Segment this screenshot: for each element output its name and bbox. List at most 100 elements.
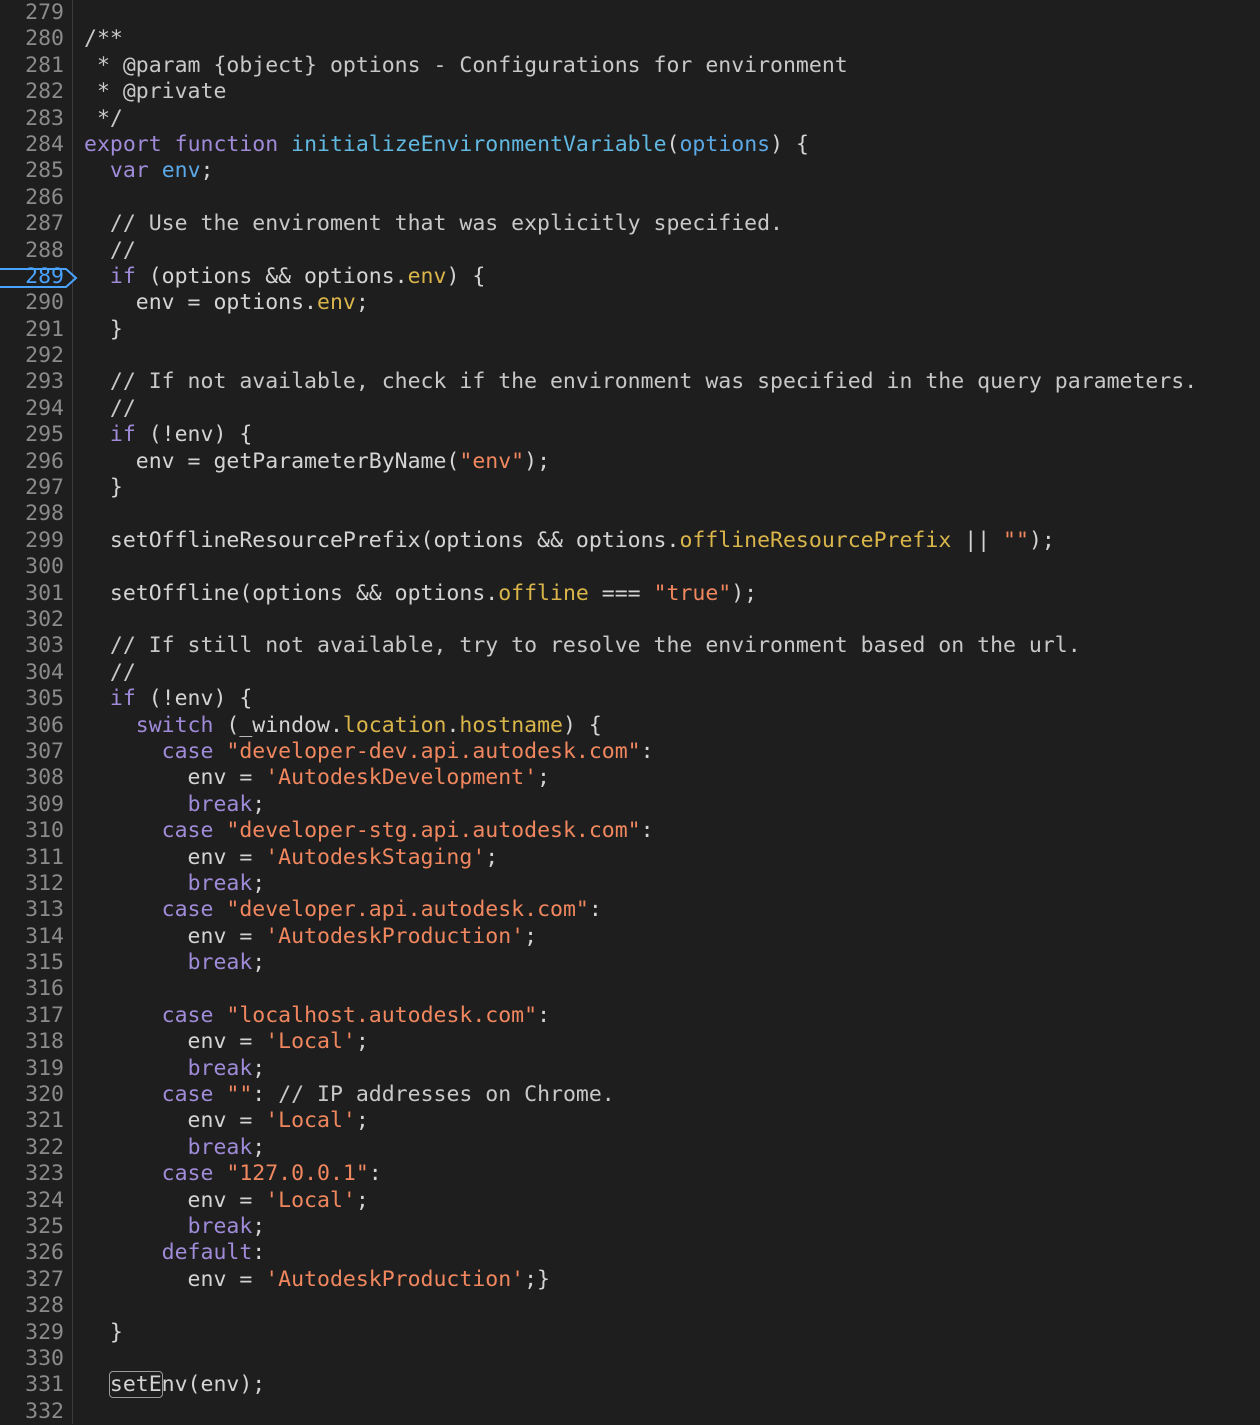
code-token: ; (252, 1134, 266, 1160)
line-number[interactable]: 279 (0, 0, 72, 26)
line-number[interactable]: 296 (0, 449, 72, 475)
code-token: (!env) { (135, 422, 253, 448)
line-number[interactable]: 309 (0, 792, 72, 818)
code-token: ; (355, 1108, 369, 1134)
code-token: "" (1003, 527, 1029, 553)
code-token: "localhost.autodesk.com" (226, 1002, 538, 1028)
line-number[interactable]: 320 (0, 1082, 72, 1108)
line-number[interactable]: 324 (0, 1188, 72, 1214)
code-line: env = options.env; (84, 290, 1260, 316)
breakpoint-marker-icon[interactable] (0, 268, 78, 288)
line-number[interactable]: 332 (0, 1399, 72, 1425)
line-number[interactable]: 295 (0, 422, 72, 448)
code-line: case "developer.api.autodesk.com": (84, 897, 1260, 923)
line-number[interactable]: 298 (0, 501, 72, 527)
code-token: if (109, 422, 136, 448)
code-line: break; (84, 1214, 1260, 1240)
line-number[interactable]: 299 (0, 528, 72, 554)
code-token: ; (252, 791, 266, 817)
code-token: "developer-dev.api.autodesk.com" (226, 738, 641, 764)
code-token: env (161, 158, 201, 184)
line-number[interactable]: 329 (0, 1320, 72, 1346)
line-number[interactable]: 327 (0, 1267, 72, 1293)
code-line: // (84, 238, 1260, 264)
line-number[interactable]: 328 (0, 1293, 72, 1319)
code-token: ; (252, 950, 266, 976)
line-number[interactable]: 312 (0, 871, 72, 897)
line-number[interactable]: 301 (0, 581, 72, 607)
line-number[interactable]: 310 (0, 818, 72, 844)
code-token: 'AutodeskProduction' (265, 923, 525, 949)
line-number[interactable]: 300 (0, 554, 72, 580)
code-token: if (109, 686, 136, 712)
line-number[interactable]: 302 (0, 607, 72, 633)
line-number[interactable]: 285 (0, 158, 72, 184)
line-number[interactable]: 321 (0, 1108, 72, 1134)
line-number[interactable]: 293 (0, 369, 72, 395)
code-line: env = 'AutodeskStaging'; (84, 845, 1260, 871)
line-number[interactable]: 304 (0, 660, 72, 686)
code-token: : (640, 818, 654, 844)
line-number[interactable]: 305 (0, 686, 72, 712)
code-token: break (187, 870, 253, 896)
code-token: break (187, 1055, 253, 1081)
line-number[interactable]: 291 (0, 317, 72, 343)
code-token: ; (537, 765, 550, 791)
line-number[interactable]: 297 (0, 475, 72, 501)
line-number[interactable]: 308 (0, 765, 72, 791)
code-editor[interactable]: 279 280 281 282 283 284 285 286 287 288 289 290 291 2… (0, 0, 1260, 1424)
line-number[interactable]: 311 (0, 845, 72, 871)
line-number[interactable]: 292 (0, 343, 72, 369)
line-number[interactable]: 316 (0, 976, 72, 1002)
code-area[interactable]: /** * @param {object} options - Configur… (84, 0, 1260, 1425)
code-token: env = (84, 1187, 266, 1213)
code-token: } (84, 475, 123, 501)
line-number[interactable]: 325 (0, 1214, 72, 1240)
line-number[interactable]: 330 (0, 1346, 72, 1372)
code-token: "true" (653, 580, 732, 606)
line-number[interactable]: 281 (0, 53, 72, 79)
line-number[interactable]: 307 (0, 739, 72, 765)
code-token: ; (355, 1029, 369, 1055)
line-number[interactable]: 287 (0, 211, 72, 237)
line-number[interactable]: 322 (0, 1135, 72, 1161)
line-number[interactable]: 283 (0, 106, 72, 132)
code-token: ; (252, 1055, 266, 1081)
line-number[interactable]: 323 (0, 1161, 72, 1187)
code-token: * @param {object} options - Configuratio… (84, 52, 848, 78)
line-number[interactable]: 290 (0, 290, 72, 316)
line-number[interactable]: 294 (0, 396, 72, 422)
line-number[interactable]: 314 (0, 924, 72, 950)
line-number[interactable]: 303 (0, 633, 72, 659)
code-token: ; (252, 870, 266, 896)
line-number[interactable]: 317 (0, 1003, 72, 1029)
line-number[interactable]: 280 (0, 26, 72, 52)
code-token: if (109, 263, 136, 289)
code-line: break; (84, 1056, 1260, 1082)
line-number[interactable]: 288 (0, 238, 72, 264)
line-number-gutter[interactable]: 279 280 281 282 283 284 285 286 287 288 289 290 291 2… (0, 0, 73, 1424)
line-number[interactable]: 282 (0, 79, 72, 105)
line-number[interactable]: 306 (0, 713, 72, 739)
line-number[interactable]: 286 (0, 185, 72, 211)
code-token: setOffline(options && options. (84, 580, 499, 606)
code-line: env = 'Local'; (84, 1188, 1260, 1214)
code-token: (_window. (213, 712, 343, 738)
line-number[interactable]: 313 (0, 897, 72, 923)
code-line: setOfflineResourcePrefix(options && opti… (84, 528, 1260, 554)
line-number[interactable]: 319 (0, 1056, 72, 1082)
code-line: env = 'AutodeskProduction';} (84, 1267, 1260, 1293)
code-token: : (640, 738, 654, 764)
line-number[interactable]: 284 (0, 132, 72, 158)
line-number[interactable]: 318 (0, 1029, 72, 1055)
line-number[interactable]: 315 (0, 950, 72, 976)
code-token: ) { (446, 263, 486, 289)
line-number[interactable]: 331 (0, 1372, 72, 1398)
line-number[interactable]: 326 (0, 1240, 72, 1266)
